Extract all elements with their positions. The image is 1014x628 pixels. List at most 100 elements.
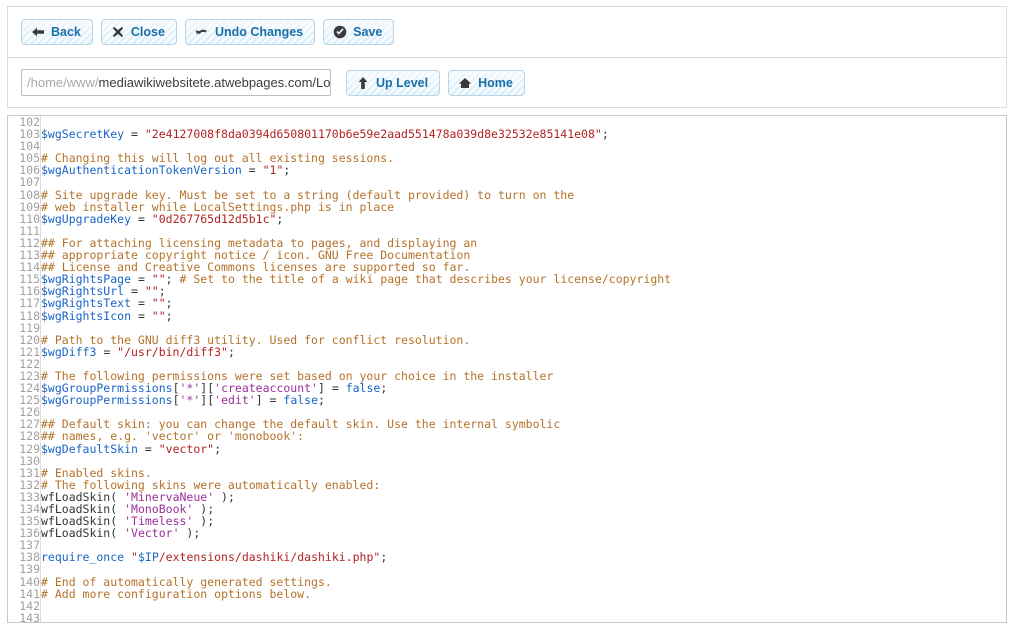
code-token: );: [214, 490, 235, 504]
up-level-button[interactable]: Up Level: [346, 70, 440, 96]
home-button[interactable]: Home: [448, 70, 525, 96]
code-token: require_once: [41, 550, 124, 564]
up-level-button-label: Up Level: [376, 76, 428, 90]
code-token: "": [152, 309, 166, 323]
code-token: '*': [180, 393, 201, 407]
code-token: /extensions/dashiki/dashiki.php": [159, 550, 381, 564]
code-token: 'Vector': [124, 526, 179, 540]
code-token: =: [138, 442, 159, 456]
line-number: 141: [8, 588, 40, 600]
code-line[interactable]: [41, 455, 1006, 467]
code-token: ;: [228, 345, 235, 359]
code-token: "1": [263, 163, 284, 177]
code-line[interactable]: $wgDefaultSkin = "vector";: [41, 443, 1006, 455]
code-line[interactable]: $wgRightsUrl = "";: [41, 285, 1006, 297]
code-token: $wgSecretKey: [41, 127, 124, 141]
save-button[interactable]: Save: [323, 19, 394, 45]
code-line[interactable]: $wgUpgradeKey = "0d267765d12d5b1c";: [41, 213, 1006, 225]
code-token: "/usr/bin/diff3": [117, 345, 228, 359]
code-token: $wgDiff3: [41, 345, 96, 359]
code-line[interactable]: # Add more configuration options below.: [41, 588, 1006, 600]
line-number: 140: [8, 576, 40, 588]
code-token: (: [110, 526, 124, 540]
code-editor-scroll[interactable]: 1021031041051061071081091101111121131141…: [8, 116, 1006, 622]
code-token: $wgRightsIcon: [41, 309, 131, 323]
line-number: 139: [8, 563, 40, 575]
undo-changes-button[interactable]: Undo Changes: [185, 19, 315, 45]
line-number-gutter: 1021031041051061071081091101111121131141…: [8, 116, 41, 622]
code-token: =: [131, 212, 152, 226]
code-token: false: [346, 381, 381, 395]
path-input[interactable]: /home/www/mediawikiwebsitete.atwebpages.…: [21, 69, 331, 96]
code-body-row: 1021031041051061071081091101111121131141…: [8, 116, 1006, 622]
code-line[interactable]: $wgSecretKey = "2e4127008f8da0394d650801…: [41, 128, 1006, 140]
line-number: 128: [8, 430, 40, 442]
code-token: [: [173, 393, 180, 407]
code-token: $IP: [138, 550, 159, 564]
code-line[interactable]: $wgRightsIcon = "";: [41, 310, 1006, 322]
back-button-label: Back: [51, 25, 81, 39]
check-circle-icon: [333, 25, 347, 39]
close-x-icon: [111, 25, 125, 39]
code-token: false: [283, 393, 318, 407]
code-token: # Set to the title of a wiki page that d…: [180, 272, 672, 286]
line-number: 119: [8, 322, 40, 334]
code-token: # Add more configuration options below.: [41, 587, 311, 601]
code-line[interactable]: $wgDiff3 = "/usr/bin/diff3";: [41, 346, 1006, 358]
code-token: =: [242, 163, 263, 177]
path-input-value: mediawikiwebsitete.atwebpages.com/Loca: [99, 75, 331, 90]
code-line[interactable]: [41, 612, 1006, 622]
line-number: 143: [8, 612, 40, 622]
code-token: ] =: [256, 393, 284, 407]
code-token: ": [131, 550, 138, 564]
code-line[interactable]: $wgRightsPage = ""; # Set to the title o…: [41, 273, 1006, 285]
back-button[interactable]: Back: [21, 19, 93, 45]
code-table: 1021031041051061071081091101111121131141…: [8, 116, 1006, 622]
code-token: ;: [602, 127, 609, 141]
file-editor-page: Back Close Undo Changes: [0, 0, 1014, 628]
toolbar-buttons: Back Close Undo Changes: [8, 7, 1006, 57]
code-line[interactable]: [41, 600, 1006, 612]
code-token: $wgAuthenticationTokenVersion: [41, 163, 242, 177]
code-token: =: [124, 127, 145, 141]
code-token: ;: [380, 381, 387, 395]
line-number: 131: [8, 467, 40, 479]
code-line[interactable]: $wgRightsText = "";: [41, 297, 1006, 309]
code-token: "2e4127008f8da0394d650801170b6e59e2aad55…: [145, 127, 602, 141]
code-line[interactable]: wfLoadSkin( 'Vector' );: [41, 527, 1006, 539]
code-token: 'edit': [214, 393, 256, 407]
code-token: "vector": [159, 442, 214, 456]
code-token: =: [131, 309, 152, 323]
code-token: $wgDefaultSkin: [41, 442, 138, 456]
undo-arrow-icon: [195, 25, 209, 39]
code-line[interactable]: $wgGroupPermissions['*']['edit'] = false…: [41, 394, 1006, 406]
code-token: ;: [380, 550, 387, 564]
close-button[interactable]: Close: [101, 19, 177, 45]
code-token: ][: [200, 393, 214, 407]
code-line[interactable]: $wgAuthenticationTokenVersion = "1";: [41, 164, 1006, 176]
code-content[interactable]: $wgSecretKey = "2e4127008f8da0394d650801…: [41, 116, 1007, 622]
code-token: ;: [166, 272, 180, 286]
arrow-left-icon: [31, 25, 45, 39]
code-token: ;: [318, 393, 325, 407]
code-editor[interactable]: 1021031041051061071081091101111121131141…: [7, 115, 1007, 623]
path-input-prefix: /home/www/: [27, 75, 99, 90]
line-number: 130: [8, 455, 40, 467]
code-line[interactable]: require_once "$IP/extensions/dashiki/das…: [41, 551, 1006, 563]
code-token: ;: [283, 163, 290, 177]
line-number: 109: [8, 201, 40, 213]
code-token: );: [180, 526, 201, 540]
home-button-label: Home: [478, 76, 513, 90]
save-button-label: Save: [353, 25, 382, 39]
line-number: 108: [8, 189, 40, 201]
code-token: $wgUpgradeKey: [41, 212, 131, 226]
line-number: 120: [8, 334, 40, 346]
line-number: 117: [8, 297, 40, 309]
arrow-up-icon: [356, 76, 370, 90]
editor-toolbar: Back Close Undo Changes: [7, 6, 1007, 57]
line-number: 129: [8, 443, 40, 455]
path-bar: /home/www/mediawikiwebsitete.atwebpages.…: [7, 57, 1007, 108]
code-token: ;: [276, 212, 283, 226]
code-token: $wgGroupPermissions: [41, 393, 173, 407]
line-number: 107: [8, 176, 40, 188]
